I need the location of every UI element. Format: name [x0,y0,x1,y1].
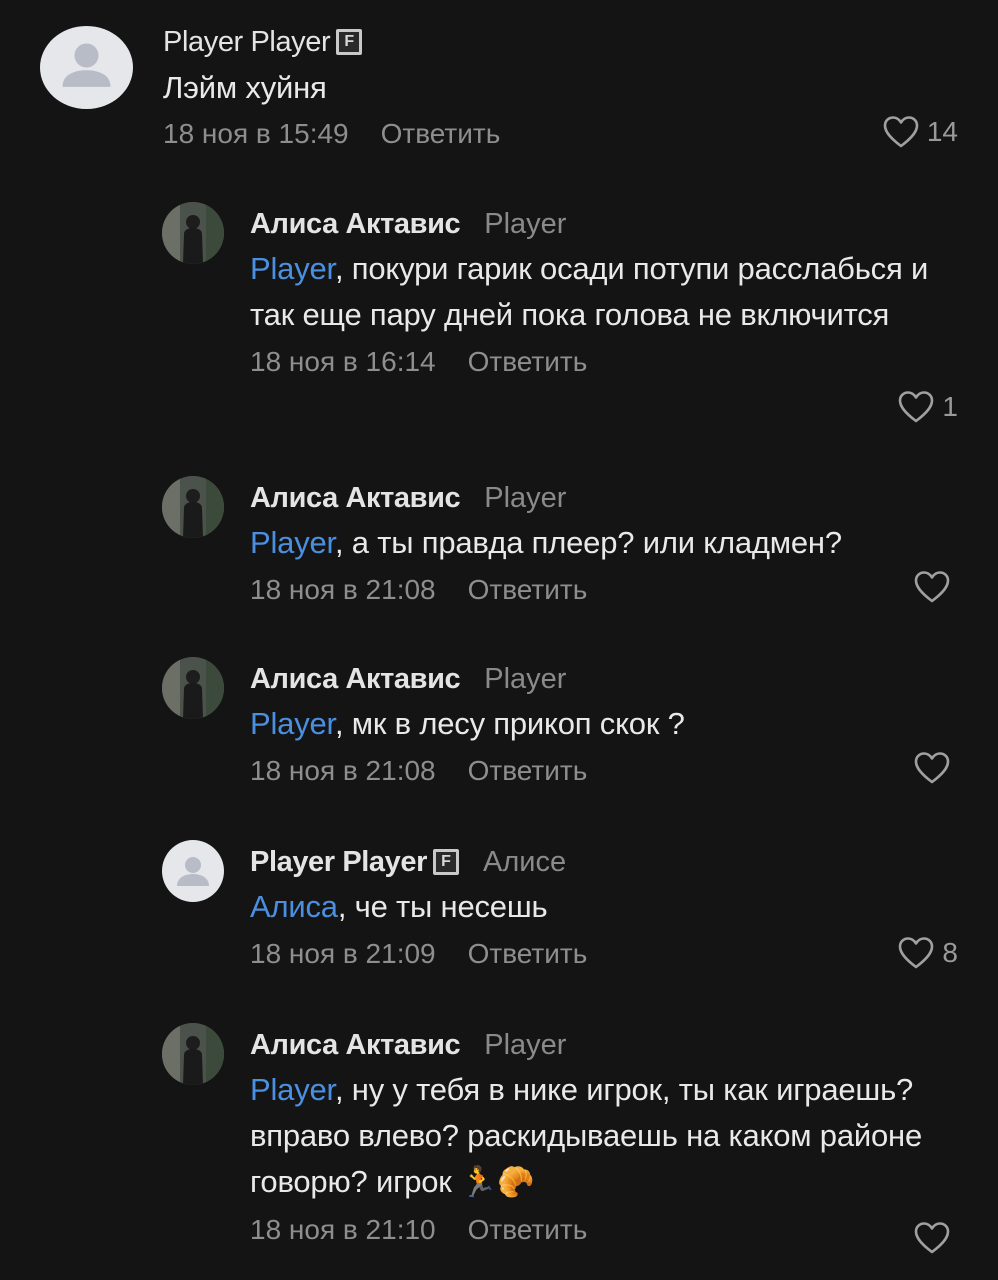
comment-text-content: , че ты несешь [337,889,548,924]
heart-icon [914,1222,950,1254]
user-photo-icon [162,657,224,719]
comment-text: Player, покури гарик осади потупи рассла… [250,246,958,338]
user-photo-icon [162,1023,224,1085]
comment-body: Алиса Актавис Player Player, покури гари… [250,204,958,384]
comment-meta: 18 ноя в 16:14 Ответить [250,340,958,384]
reply-button[interactable]: Ответить [468,574,588,606]
author-name[interactable]: Алиса Актавис [250,482,461,515]
badge-icon: F [336,29,363,55]
comment-meta: 18 ноя в 21:10 Ответить [250,1208,958,1252]
comment-text-content: , а ты правда плеер? или кладмен? [334,525,842,560]
reply-to-name[interactable]: Алисе [483,846,566,879]
comment-meta: 18 ноя в 21:09 Ответить [250,932,958,976]
comment-body: Player Player F Лэйм хуйня 18 ноя в 15:4… [163,22,958,156]
like-button[interactable]: 14 [883,115,958,149]
avatar[interactable] [162,840,224,902]
avatar[interactable] [162,657,224,719]
mention-link[interactable]: Player [250,251,335,286]
comment-meta: 18 ноя в 21:08 Ответить [250,749,958,793]
comment-meta: 18 ноя в 21:08 Ответить [250,568,958,612]
author-name[interactable]: Алиса Актавис [250,208,461,241]
badge-icon: F [433,849,459,875]
user-photo-icon [162,476,224,538]
heart-icon [914,752,950,784]
comment-date: 18 ноя в 21:08 [250,574,436,605]
badge-label: F [436,852,456,872]
heart-icon [899,937,934,969]
badge-label: F [339,32,360,52]
heart-icon [914,571,950,603]
comment-meta: 18 ноя в 15:49 Ответить [163,112,958,156]
reply-button[interactable]: Ответить [468,755,588,787]
reply-to-name[interactable]: Player [484,1029,566,1062]
avatar[interactable] [162,1023,224,1085]
comment-header: Алиса Актавис Player [250,1025,958,1065]
comment-body: Алиса Актавис Player Player, мк в лесу п… [250,659,958,793]
running-croissant-emoji: 🏃🥐 [460,1165,535,1200]
comment-date: 18 ноя в 21:10 [250,1214,436,1245]
like-button[interactable] [914,570,958,604]
like-button[interactable] [914,1221,958,1255]
comment-body: Алиса Актавис Player Player, ну у тебя в… [250,1025,958,1252]
avatar[interactable] [40,26,133,109]
comment-text-content: , мк в лесу прикоп скок ? [334,706,685,741]
author-name[interactable]: Алиса Актавис [250,1029,461,1062]
like-count: 1 [942,391,958,422]
default-user-icon [62,43,111,87]
avatar[interactable] [162,202,224,264]
like-button[interactable] [914,751,958,785]
reply-button[interactable]: Ответить [381,118,501,150]
user-photo-icon [162,202,224,264]
author-name[interactable]: Player Player [163,26,331,59]
heart-icon [899,391,934,423]
reply-to-name[interactable]: Player [484,663,566,696]
reply-button[interactable]: Ответить [468,938,588,970]
comment-header: Алиса Актавис Player [250,659,958,699]
comment-header: Player Player F Алисе [250,842,958,882]
comment-text-content: Лэйм хуйня [163,70,327,105]
comment-text: Player, ну у тебя в нике игрок, ты как и… [250,1067,958,1206]
mention-link[interactable]: Алиса [250,889,338,924]
comment-body: Алиса Актавис Player Player, а ты правда… [250,478,958,612]
comment-date: 18 ноя в 21:09 [250,938,436,969]
comment-header: Алиса Актавис Player [250,478,958,518]
avatar[interactable] [162,476,224,538]
comment-text: Player, а ты правда плеер? или кладмен? [250,520,958,566]
comment-date: 18 ноя в 15:49 [163,118,349,149]
comment-date: 18 ноя в 21:08 [250,755,436,786]
mention-link[interactable]: Player [250,525,335,560]
default-user-icon [177,857,209,886]
comment-text: Лэйм хуйня [163,65,958,111]
comment-header: Алиса Актавис Player [250,204,958,244]
heart-icon [883,116,919,148]
author-name[interactable]: Player Player [250,846,427,879]
mention-link[interactable]: Player [250,706,335,741]
reply-button[interactable]: Ответить [468,1214,588,1246]
mention-link[interactable]: Player [250,1072,335,1107]
like-button[interactable]: 1 [898,390,958,424]
comment-text-content: , ну у тебя в нике игрок, ты как играешь… [250,1072,923,1199]
like-count: 8 [942,937,958,968]
like-count: 14 [926,116,958,147]
comment-body: Player Player F Алисе Алиса, че ты несеш… [250,842,958,976]
comment-text: Алиса, че ты несешь [250,884,958,930]
comment-header: Player Player F [163,22,958,62]
author-name[interactable]: Алиса Актавис [250,663,461,696]
comments-thread: Player Player F Лэйм хуйня 18 ноя в 15:4… [0,0,998,1280]
comment-text-content: , покури гарик осади потупи расслабься и… [250,251,929,332]
comment-text: Player, мк в лесу прикоп скок ? [250,701,958,747]
comment-date: 18 ноя в 16:14 [250,346,436,377]
like-button[interactable]: 8 [898,936,958,970]
reply-button[interactable]: Ответить [468,346,588,378]
reply-to-name[interactable]: Player [484,482,566,515]
reply-to-name[interactable]: Player [484,208,566,241]
